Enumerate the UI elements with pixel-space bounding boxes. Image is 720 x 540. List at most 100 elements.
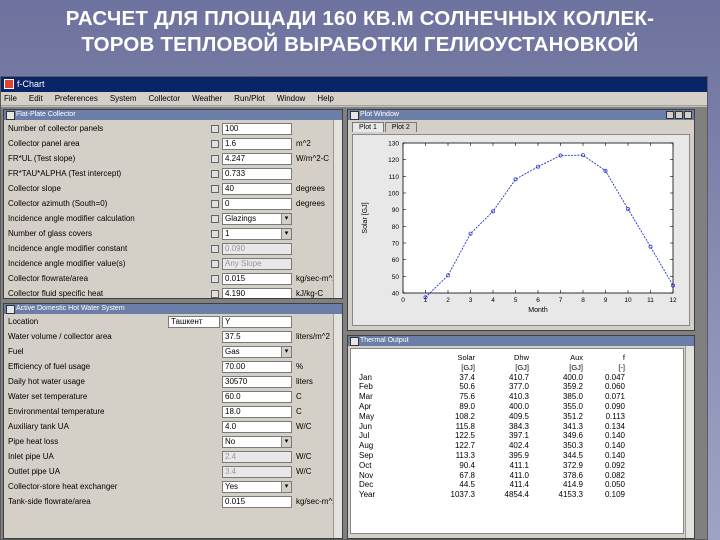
value-field[interactable]: 1.6 — [222, 138, 292, 150]
table-cell: Sep — [359, 450, 374, 460]
field-label: Auxiliary tank UA — [8, 422, 69, 431]
table-cell: Aux — [570, 353, 583, 362]
y-tick-label: 50 — [392, 274, 400, 281]
tab-plot-1[interactable]: Plot 1 — [352, 122, 384, 132]
close-icon[interactable] — [684, 111, 692, 119]
plot-window-title: Plot Window — [360, 111, 399, 118]
value-field[interactable]: 70.00 — [222, 361, 292, 373]
x-tick-label: 7 — [559, 297, 563, 304]
menu-item-window[interactable]: Window — [277, 94, 305, 103]
info-icon[interactable] — [211, 185, 219, 193]
value-field[interactable]: 4.190 — [222, 288, 292, 298]
field-label: FR*TAU*ALPHA (Test intercept) — [8, 169, 122, 178]
table-cell: 44.5 — [459, 480, 475, 490]
minimize-icon[interactable] — [666, 111, 674, 119]
info-icon[interactable] — [211, 275, 219, 283]
dhw-window: Active Domestic Hot Water System Locatio… — [3, 303, 343, 539]
form-row: Inlet pipe UA 2.4 W/C — [4, 449, 342, 464]
x-axis-label: Month — [528, 307, 548, 314]
info-icon[interactable] — [211, 260, 219, 268]
table-cell: Nov — [359, 470, 374, 480]
thermal-scrollbar[interactable] — [685, 346, 694, 538]
value-field[interactable]: 40 — [222, 183, 292, 195]
info-icon[interactable] — [211, 230, 219, 238]
location-field[interactable]: Ташкент — [168, 316, 220, 328]
menu-item-runplot[interactable]: Run/Plot — [234, 94, 265, 103]
x-tick-label: 4 — [491, 297, 495, 304]
menu-item-edit[interactable]: Edit — [29, 94, 43, 103]
dropdown-select[interactable]: Yes — [222, 481, 292, 493]
maximize-icon[interactable] — [675, 111, 683, 119]
form-row: Fuel Gas — [4, 344, 342, 359]
info-icon[interactable] — [211, 140, 219, 148]
table-cell: 75.6 — [459, 392, 475, 402]
info-icon[interactable] — [211, 170, 219, 178]
value-field[interactable]: 0.015 — [222, 273, 292, 285]
value-field[interactable]: 0.733 — [222, 168, 292, 180]
table-cell: 90.4 — [459, 460, 475, 470]
unit-label: kg/sec-m^2 — [296, 497, 337, 506]
x-tick-label: 2 — [446, 297, 450, 304]
x-tick-label: 8 — [581, 297, 585, 304]
value-field[interactable]: 4.247 — [222, 153, 292, 165]
value-field[interactable]: 0 — [222, 198, 292, 210]
info-icon[interactable] — [211, 155, 219, 163]
table-cell: 113.3 — [455, 450, 475, 460]
form-row: Collector azimuth (South=0) 0 degrees — [4, 196, 342, 211]
table-cell: [GJ] — [569, 362, 583, 372]
table-row: Apr 89.0 400.0 355.0 0.090 — [351, 402, 683, 412]
dhw-scrollbar[interactable] — [333, 314, 342, 538]
value-field[interactable]: 18.0 — [222, 406, 292, 418]
dropdown-select[interactable]: 1 — [222, 228, 292, 240]
mdi-workspace: Flat-Plate Collector Number of collector… — [1, 107, 707, 539]
unit-label: W/C — [296, 452, 312, 461]
menu-item-collector[interactable]: Collector — [149, 94, 181, 103]
table-header: Solar Dhw Aux f — [351, 353, 683, 363]
info-icon[interactable] — [211, 200, 219, 208]
value-field[interactable]: 60.0 — [222, 391, 292, 403]
table-cell: 0.092 — [604, 460, 625, 470]
location-extra-field[interactable]: Y — [222, 316, 292, 328]
dropdown-select[interactable]: Glazings — [222, 213, 292, 225]
plot-window-controls — [666, 111, 692, 119]
value-field[interactable]: 37.5 — [222, 331, 292, 343]
table-cell: Solar — [457, 353, 475, 362]
collector-form: Number of collector panels 100 Collector p… — [4, 120, 342, 298]
table-row: Jun 115.8 384.3 341.3 0.134 — [351, 422, 683, 432]
table-cell: 411.4 — [509, 480, 529, 490]
value-field[interactable]: 30570 — [222, 376, 292, 388]
field-label: Water volume / collector area — [8, 332, 112, 341]
thermal-window-title: Thermal Output — [360, 337, 409, 344]
table-cell: Dhw — [513, 353, 529, 362]
table-cell: 0.071 — [604, 392, 625, 402]
plot-window: Plot Window Plot 1 Plot 2 40 50 60 70 80 90 10… — [347, 109, 695, 331]
value-field[interactable]: 0.015 — [222, 496, 292, 508]
y-tick-label: 70 — [392, 241, 400, 248]
info-icon[interactable] — [211, 245, 219, 253]
field-label: Incidence angle modifier constant — [8, 244, 128, 253]
menu-item-preferences[interactable]: Preferences — [55, 94, 98, 103]
table-cell: 355.0 — [562, 401, 583, 411]
collector-window: Flat-Plate Collector Number of collector… — [3, 109, 343, 299]
menu-item-help[interactable]: Help — [317, 94, 333, 103]
menu-item-weather[interactable]: Weather — [192, 94, 222, 103]
menu-item-file[interactable]: File — [4, 94, 17, 103]
field-label: FR*UL (Test slope) — [8, 154, 76, 163]
value-field[interactable]: 4.0 — [222, 421, 292, 433]
field-label: Collector panel area — [8, 139, 80, 148]
menu-item-system[interactable]: System — [110, 94, 137, 103]
info-icon[interactable] — [211, 290, 219, 298]
table-cell: 350.3 — [562, 441, 583, 451]
unit-label: W/C — [296, 422, 312, 431]
info-icon[interactable] — [211, 125, 219, 133]
collector-scrollbar[interactable] — [333, 120, 342, 298]
tab-plot-2[interactable]: Plot 2 — [384, 122, 417, 132]
x-tick-label: 10 — [624, 297, 632, 304]
info-icon[interactable] — [211, 215, 219, 223]
field-label: Pipe heat loss — [8, 437, 59, 446]
value-field: 3.4 — [222, 466, 292, 478]
dropdown-select[interactable]: Gas — [222, 346, 292, 358]
dropdown-select[interactable]: No — [222, 436, 292, 448]
value-field[interactable]: 100 — [222, 123, 292, 135]
field-label: Collector slope — [8, 184, 61, 193]
